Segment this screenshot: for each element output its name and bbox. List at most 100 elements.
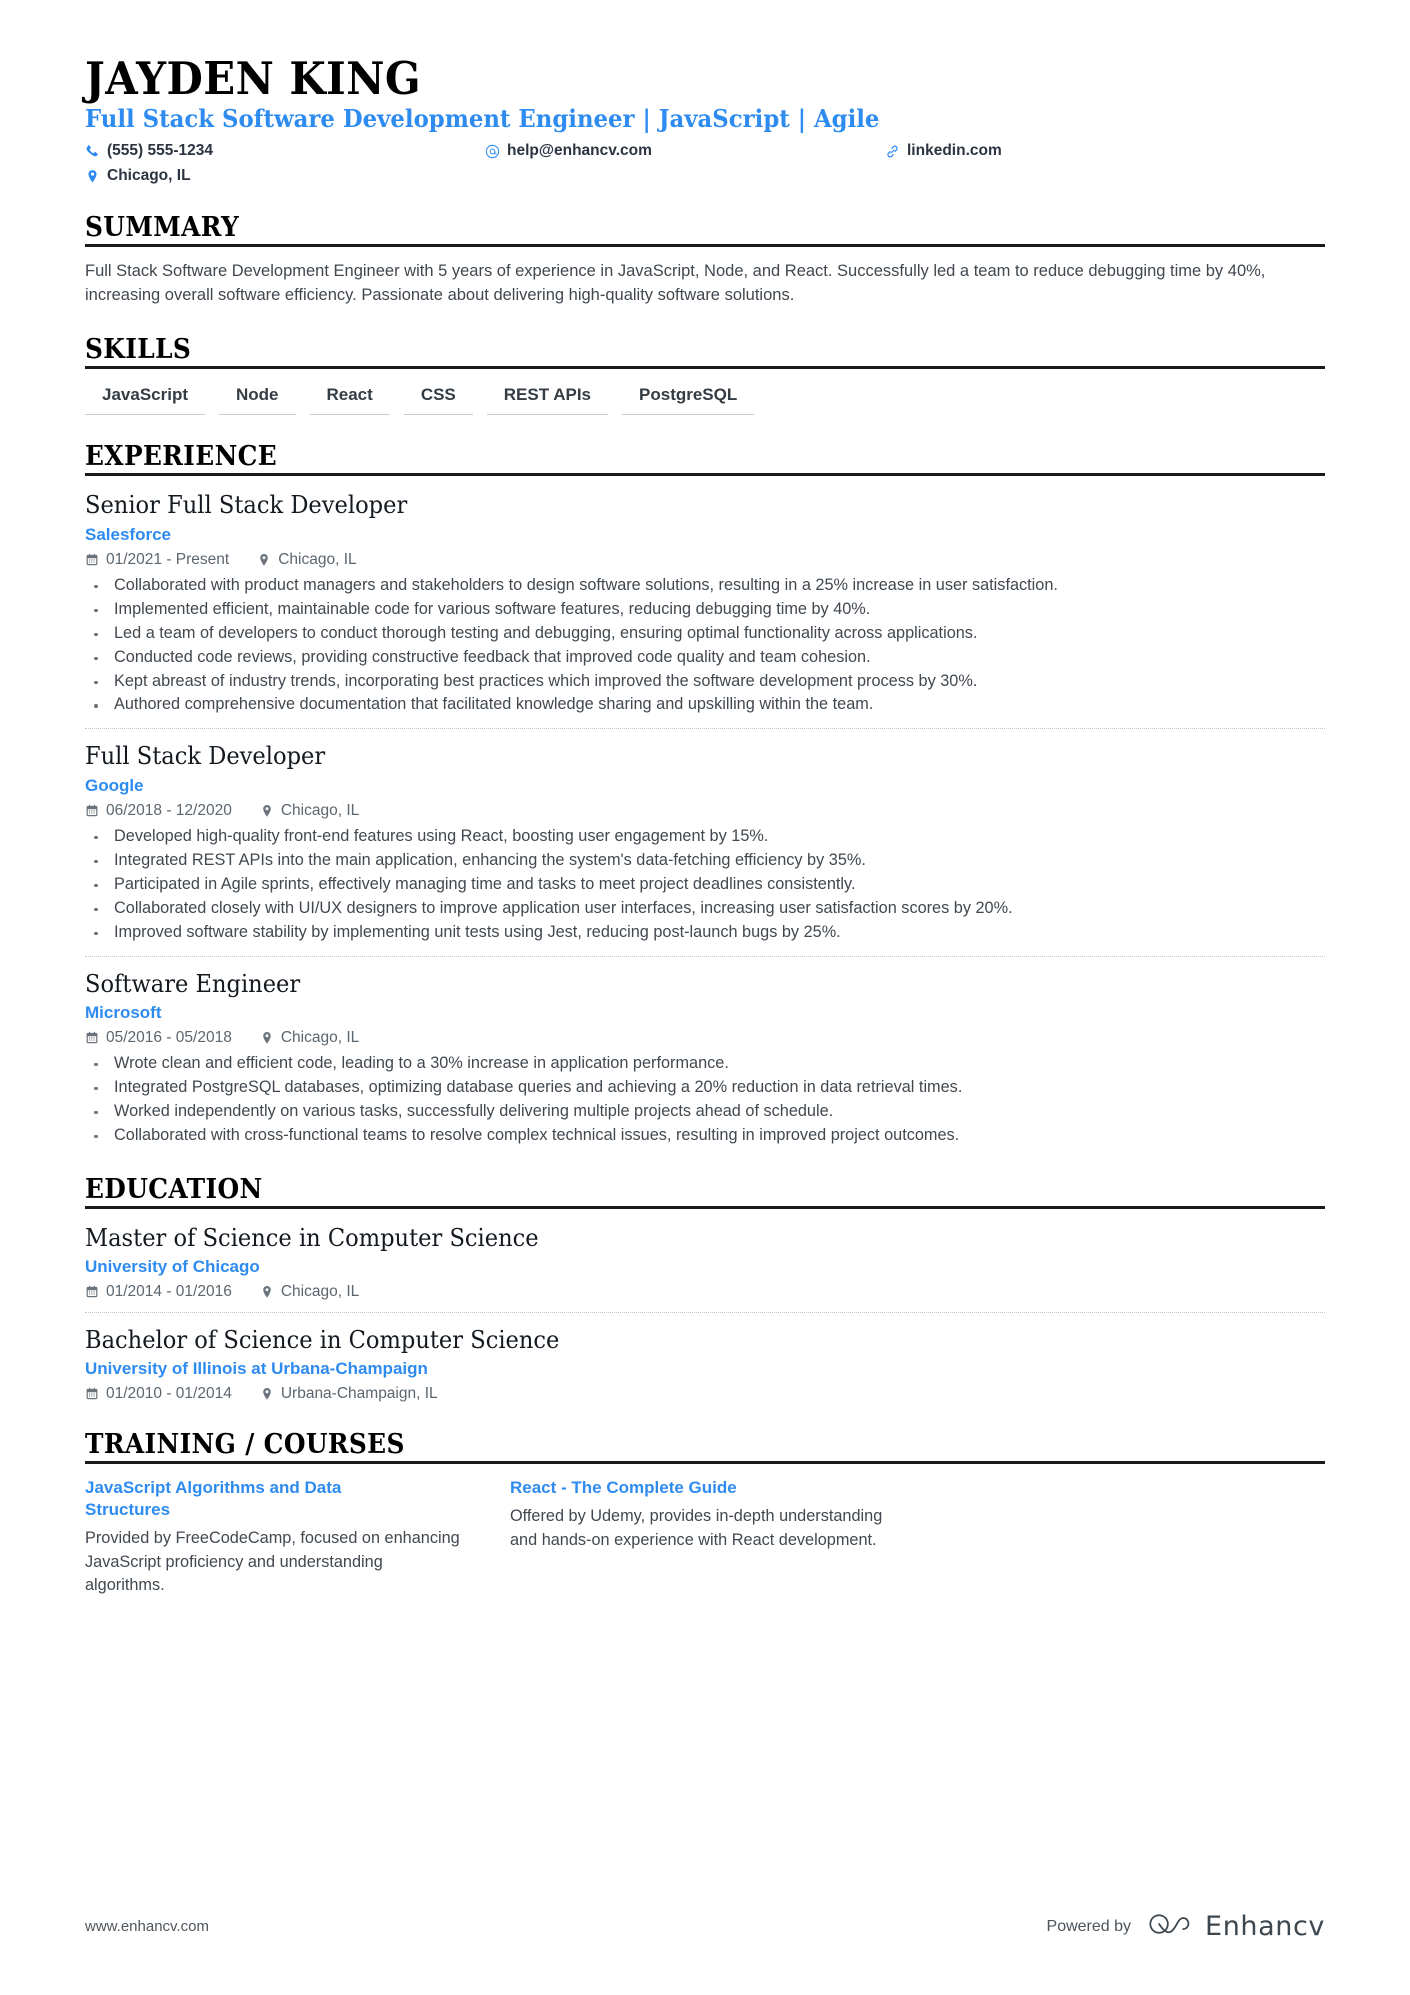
entry-meta: 06/2018 - 12/2020 Chicago, IL	[85, 802, 1325, 820]
bullet-item: Authored comprehensive documentation tha…	[85, 693, 1325, 717]
contact-email[interactable]: help@enhancv.com	[485, 141, 885, 161]
skill-tag: JavaScript	[85, 382, 205, 416]
degree-title: Bachelor of Science in Computer Science	[85, 1326, 560, 1355]
footer-branding: Powered by Enhancv	[1047, 1910, 1325, 1943]
school-name: University of Illinois at Urbana-Champai…	[85, 1359, 428, 1379]
entry-meta: 01/2010 - 01/2014 Urbana-Champaign, IL	[85, 1385, 1325, 1403]
entry-location-text: Chicago, IL	[280, 801, 360, 819]
contact-phone[interactable]: (555) 555-1234	[85, 141, 485, 161]
enhancv-logo-icon	[1148, 1910, 1196, 1943]
professional-headline: Full Stack Software Development Engineer…	[85, 103, 880, 133]
date-range-text: 01/2010 - 01/2014	[106, 1385, 232, 1403]
location-icon	[260, 1031, 274, 1045]
calendar-icon	[85, 1031, 99, 1045]
calendar-icon	[85, 553, 99, 567]
section-summary: SUMMARY Full Stack Software Development …	[85, 212, 1325, 308]
date-range: 05/2016 - 05/2018	[85, 1029, 232, 1047]
section-experience: EXPERIENCE Senior Full Stack Developer S…	[85, 441, 1325, 1147]
entry-location-text: Chicago, IL	[278, 550, 357, 568]
page-title: JAYDEN KING	[85, 52, 422, 105]
skill-tag: CSS	[403, 382, 473, 416]
bullet-item: Conducted code reviews, providing constr…	[85, 646, 1325, 670]
skill-tag: Node	[219, 382, 296, 416]
contact-linkedin[interactable]: linkedin.com	[885, 141, 1325, 161]
phone-icon	[85, 144, 100, 159]
job-title: Software Engineer	[85, 969, 301, 998]
entry-location: Chicago, IL	[260, 1029, 359, 1047]
entry-meta: 01/2021 - Present Chicago, IL	[85, 551, 1325, 569]
enhancv-wordmark: Enhancv	[1205, 1911, 1325, 1942]
experience-entry: Full Stack Developer Google 06/2018 - 12…	[85, 740, 1325, 944]
entry-separator	[85, 1312, 1325, 1314]
entry-location: Chicago, IL	[260, 1283, 359, 1301]
bullet-list: Developed high-quality front-end feature…	[85, 825, 1325, 945]
bullet-item: Participated in Agile sprints, effective…	[85, 873, 1325, 897]
entry-meta: 01/2014 - 01/2016 Chicago, IL	[85, 1283, 1325, 1301]
date-range-text: 01/2021 - Present	[106, 550, 230, 568]
date-range-text: 06/2018 - 12/2020	[106, 801, 232, 819]
company-name: Salesforce	[85, 524, 171, 544]
section-divider	[85, 1205, 1325, 1209]
section-skills: SKILLS JavaScript Node React CSS REST AP…	[85, 334, 1325, 416]
date-range: 06/2018 - 12/2020	[85, 802, 232, 820]
contact-phone-text: (555) 555-1234	[107, 142, 213, 160]
entry-location: Chicago, IL	[260, 802, 359, 820]
entry-location-text: Chicago, IL	[280, 1283, 360, 1301]
location-icon	[260, 1285, 274, 1299]
bullet-item: Integrated REST APIs into the main appli…	[85, 849, 1325, 873]
experience-entry: Senior Full Stack Developer Salesforce 0…	[85, 489, 1325, 717]
date-range-text: 05/2016 - 05/2018	[106, 1028, 232, 1046]
resume-header: JAYDEN KING Full Stack Software Developm…	[85, 56, 1325, 186]
course-title: React - The Complete Guide	[510, 1478, 737, 1498]
email-icon	[485, 144, 500, 159]
footer-website-url[interactable]: www.enhancv.com	[85, 1918, 209, 1935]
contact-location: Chicago, IL	[85, 166, 485, 186]
bullet-item: Developed high-quality front-end feature…	[85, 825, 1325, 849]
course-description: Provided by FreeCodeCamp, focused on enh…	[85, 1528, 460, 1595]
course-entry: JavaScript Algorithms and Data Structure…	[85, 1477, 510, 1597]
location-icon	[257, 553, 271, 567]
section-divider	[85, 244, 1325, 248]
company-name: Microsoft	[85, 1002, 162, 1022]
section-heading-skills: SKILLS	[85, 334, 192, 366]
education-entry: Master of Science in Computer Science Un…	[85, 1222, 1325, 1301]
date-range-text: 01/2014 - 01/2016	[106, 1283, 232, 1301]
course-description: Offered by Udemy, provides in-depth unde…	[510, 1507, 883, 1549]
bullet-item: Worked independently on various tasks, s…	[85, 1100, 1325, 1124]
bullet-item: Wrote clean and efficient code, leading …	[85, 1052, 1325, 1076]
course-entry: React - The Complete Guide Offered by Ud…	[510, 1477, 935, 1597]
calendar-icon	[85, 1387, 99, 1401]
bullet-item: Collaborated closely with UI/UX designer…	[85, 897, 1325, 921]
bullet-item: Improved software stability by implement…	[85, 921, 1325, 945]
contact-linkedin-text: linkedin.com	[907, 142, 1002, 160]
date-range: 01/2021 - Present	[85, 551, 229, 569]
entry-separator	[85, 728, 1325, 730]
location-icon	[260, 804, 274, 818]
degree-title: Master of Science in Computer Science	[85, 1223, 539, 1252]
bullet-list: Wrote clean and efficient code, leading …	[85, 1052, 1325, 1148]
powered-by-label: Powered by	[1046, 1917, 1132, 1935]
school-name: University of Chicago	[85, 1256, 260, 1276]
location-icon	[260, 1387, 274, 1401]
calendar-icon	[85, 804, 99, 818]
job-title: Senior Full Stack Developer	[85, 491, 408, 520]
summary-text: Full Stack Software Development Engineer…	[85, 262, 1266, 305]
section-heading-summary: SUMMARY	[85, 212, 240, 244]
link-icon	[885, 144, 900, 159]
skill-tag: PostgreSQL	[622, 382, 755, 416]
job-title: Full Stack Developer	[85, 742, 326, 771]
bullet-item: Implemented efficient, maintainable code…	[85, 598, 1325, 622]
section-divider	[85, 473, 1325, 477]
calendar-icon	[85, 1285, 99, 1299]
section-education: EDUCATION Master of Science in Computer …	[85, 1174, 1325, 1404]
section-heading-training: TRAINING / COURSES	[85, 1429, 405, 1461]
bullet-item: Collaborated with product managers and s…	[85, 574, 1325, 598]
location-icon	[85, 169, 100, 184]
course-title: JavaScript Algorithms and Data Structure…	[85, 1478, 342, 1520]
bullet-item: Integrated PostgreSQL databases, optimiz…	[85, 1076, 1325, 1100]
contact-email-text: help@enhancv.com	[507, 142, 652, 160]
entry-meta: 05/2016 - 05/2018 Chicago, IL	[85, 1029, 1325, 1047]
bullet-item: Kept abreast of industry trends, incorpo…	[85, 670, 1325, 694]
skill-tag: REST APIs	[486, 382, 609, 416]
resume-page: JAYDEN KING Full Stack Software Developm…	[0, 0, 1410, 1995]
